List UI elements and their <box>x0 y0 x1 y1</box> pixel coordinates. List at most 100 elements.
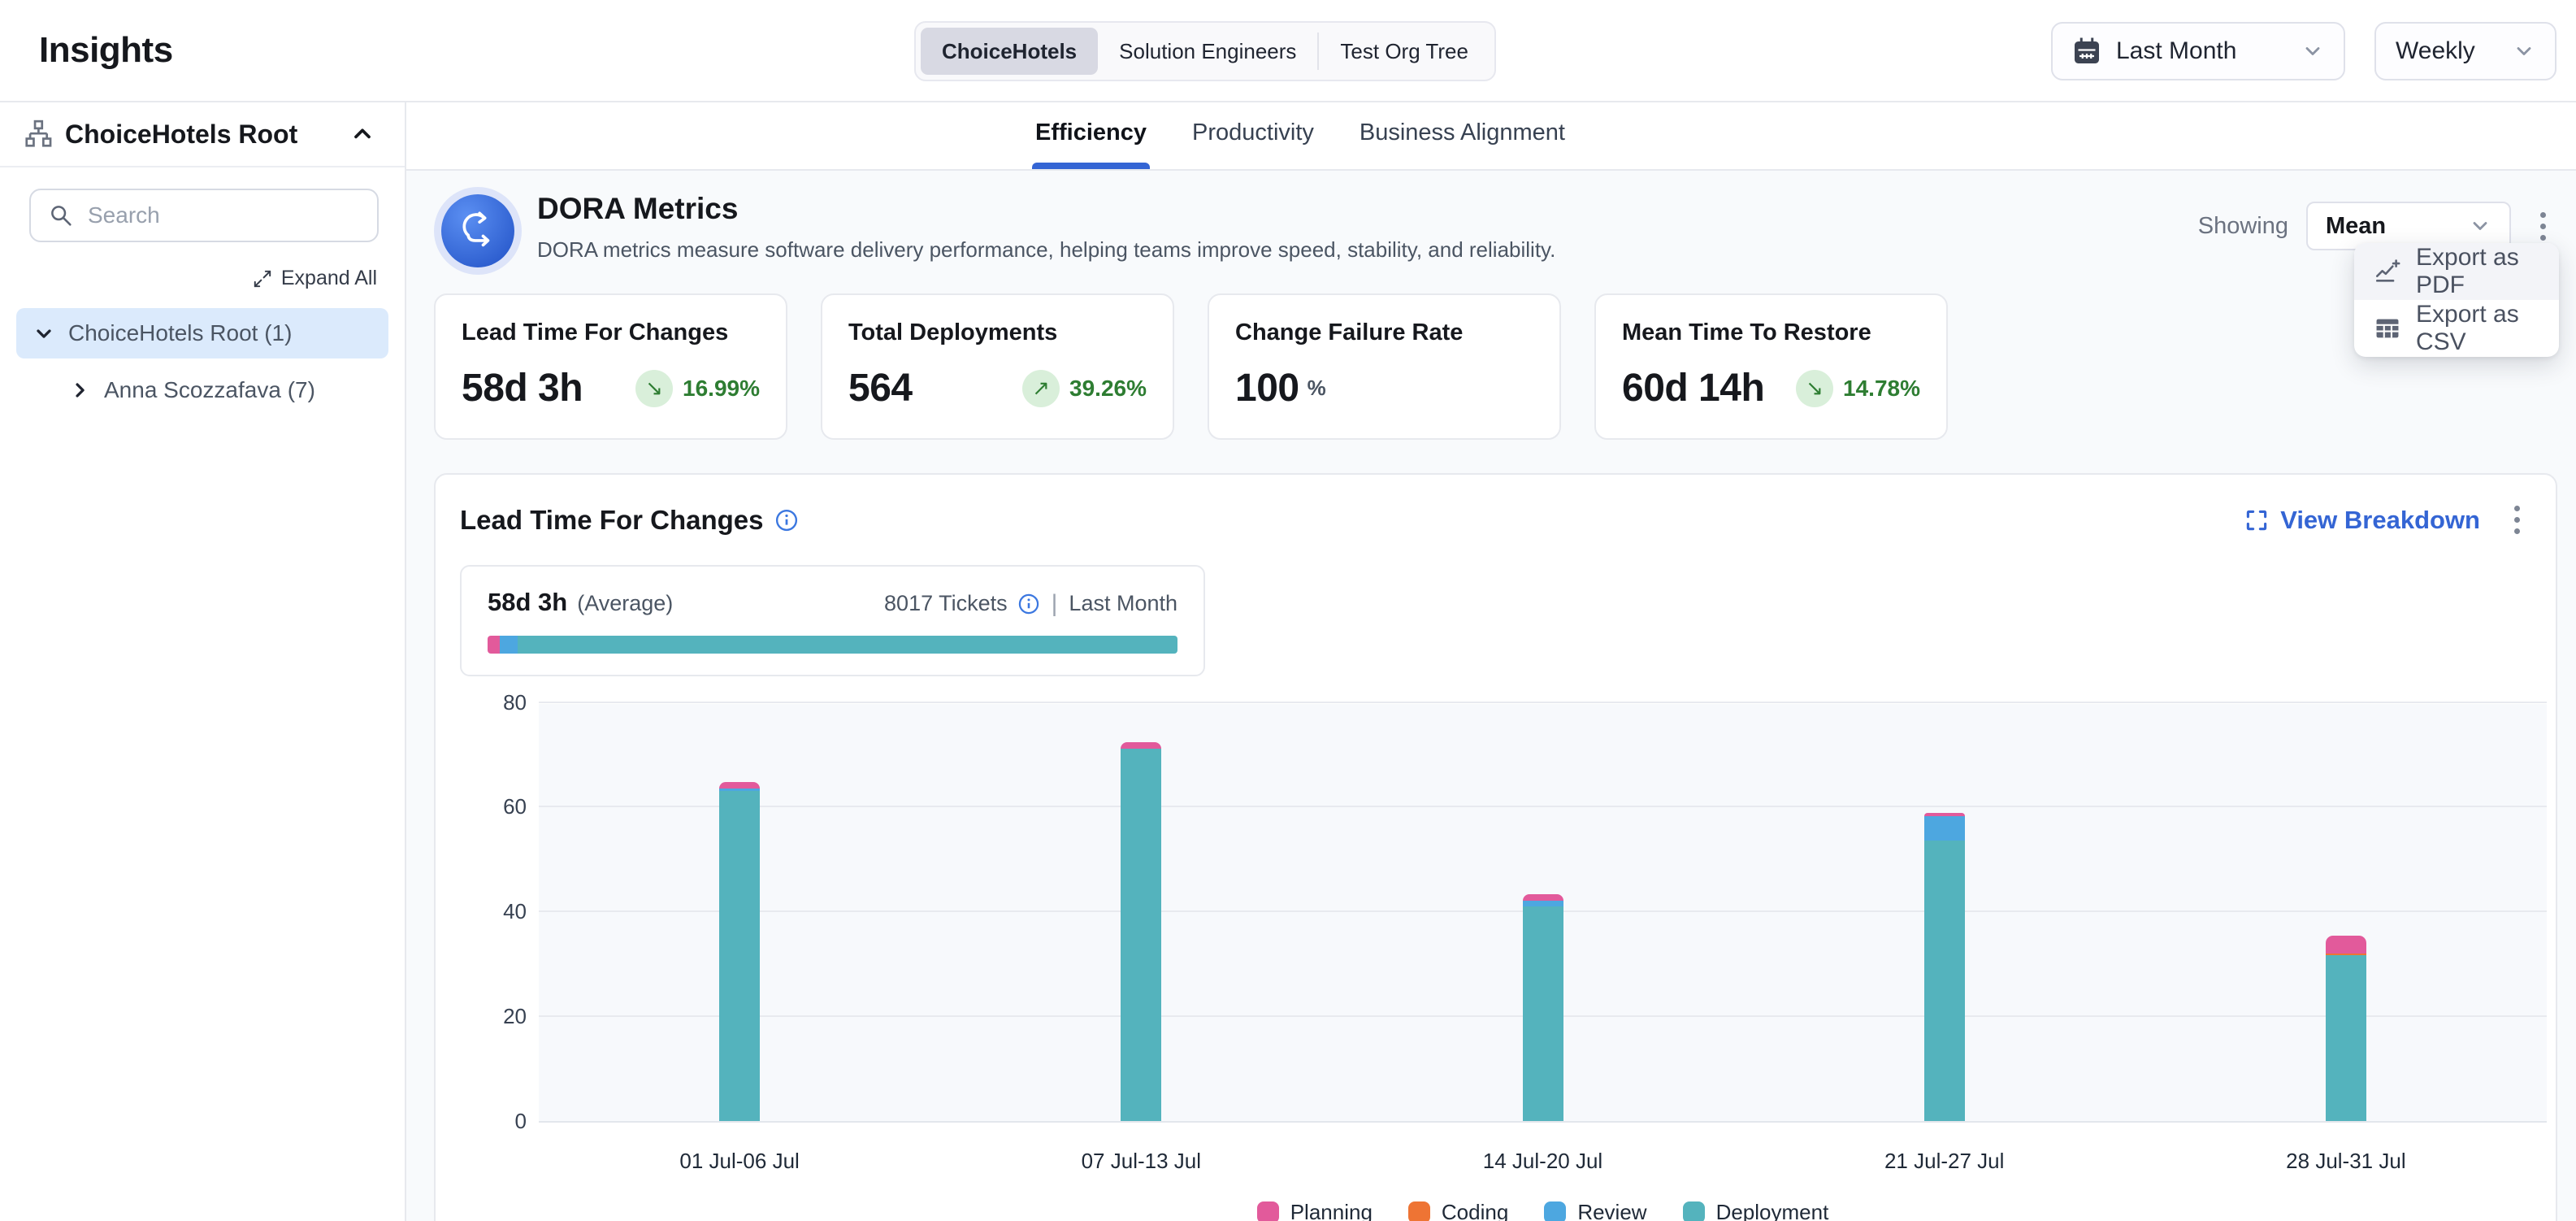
legend-label: Review <box>1577 1200 1646 1221</box>
metric-value: 58d 3h <box>462 366 583 411</box>
org-tab-choicehotels[interactable]: ChoiceHotels <box>921 28 1098 75</box>
export-pdf-menu-item[interactable]: Export as PDF <box>2354 243 2559 300</box>
metric-value: 100 <box>1235 366 1299 411</box>
tab-business-alignment[interactable]: Business Alignment <box>1360 119 1565 169</box>
tree-item-label: Anna Scozzafava (7) <box>104 377 315 403</box>
trend-down-icon: ↘ <box>635 370 673 407</box>
chart-y-axis: 020406080 <box>460 704 527 1123</box>
summary-value: 58d 3h <box>488 588 567 617</box>
org-tree: ChoiceHotels Root (1) Anna Scozzafava (7… <box>16 308 388 415</box>
export-pdf-label: Export as PDF <box>2416 244 2539 299</box>
bar-segment-review <box>1924 816 1965 841</box>
gridline <box>539 806 2547 807</box>
x-tick-label: 01 Jul-06 Jul <box>679 1149 799 1174</box>
legend-item-deployment[interactable]: Deployment <box>1683 1200 1829 1221</box>
legend-swatch <box>1683 1201 1705 1221</box>
trend-delta: 16.99% <box>683 376 760 402</box>
top-header: Insights ChoiceHotels Solution Engineers… <box>0 0 2576 102</box>
chart-section-title: Lead Time For Changes <box>460 505 763 536</box>
stacked-bar[interactable] <box>719 782 760 1120</box>
bar-segment-deployment <box>719 791 760 1121</box>
metric-value: 564 <box>848 366 913 411</box>
summary-period: Last Month <box>1069 591 1177 616</box>
date-range-value: Last Month <box>2116 37 2236 65</box>
export-csv-menu-item[interactable]: Export as CSV <box>2354 300 2559 357</box>
bar-segment-planning <box>1121 742 1161 749</box>
search-input[interactable] <box>88 202 361 228</box>
chart-x-axis: 01 Jul-06 Jul07 Jul-13 Jul14 Jul-20 Jul2… <box>539 1123 2547 1180</box>
org-tree-sidebar: ChoiceHotels Root Expand All ChoiceHotel… <box>0 102 406 1221</box>
chevron-down-icon <box>2301 40 2324 63</box>
tab-productivity[interactable]: Productivity <box>1192 119 1314 169</box>
gridline <box>539 702 2547 703</box>
calendar-icon <box>2072 37 2101 66</box>
export-menu: Export as PDF Export as CSV <box>2354 243 2559 357</box>
granularity-select[interactable]: Weekly <box>2374 22 2556 80</box>
dora-header: DORA Metrics DORA metrics measure softwa… <box>434 187 2557 267</box>
lead-time-chart-card: Lead Time For Changes View Breakdown <box>434 473 2557 1221</box>
tree-item-root[interactable]: ChoiceHotels Root (1) <box>16 308 388 358</box>
sidebar-root-label: ChoiceHotels Root <box>65 119 297 150</box>
chevron-down-icon <box>2469 215 2491 237</box>
legend-item-review[interactable]: Review <box>1544 1200 1646 1221</box>
metric-unit: % <box>1308 376 1326 401</box>
chart-overflow-menu-button[interactable] <box>2503 498 2531 542</box>
expand-corners-icon <box>2244 508 2269 532</box>
dora-subtitle: DORA metrics measure software delivery p… <box>537 237 1555 263</box>
stacked-bar[interactable] <box>1121 742 1161 1120</box>
org-tab-test-org-tree[interactable]: Test Org Tree <box>1319 28 1490 75</box>
view-breakdown-button[interactable]: View Breakdown <box>2244 506 2480 535</box>
export-csv-label: Export as CSV <box>2416 301 2539 356</box>
legend-swatch <box>1257 1201 1279 1221</box>
search-icon <box>47 202 75 229</box>
y-tick-label: 0 <box>515 1109 527 1134</box>
org-switcher: ChoiceHotels Solution Engineers Test Org… <box>914 21 1496 81</box>
stacked-bar[interactable] <box>1924 813 1965 1121</box>
trend-up-icon: ↗ <box>1022 370 1060 407</box>
trend-badge: ↗ 39.26% <box>1022 370 1147 407</box>
chart-plot <box>539 704 2547 1123</box>
metric-title: Total Deployments <box>848 319 1147 346</box>
expand-all-label: Expand All <box>281 267 377 290</box>
dora-overflow-menu-button[interactable] <box>2529 204 2557 249</box>
legend-item-coding[interactable]: Coding <box>1408 1200 1508 1221</box>
trend-down-icon: ↘ <box>1796 370 1833 407</box>
tickets-count: 8017 Tickets <box>884 591 1008 616</box>
info-icon[interactable] <box>1017 593 1040 615</box>
trend-delta: 14.78% <box>1843 376 1920 402</box>
sidebar-header[interactable]: ChoiceHotels Root <box>0 102 405 167</box>
y-tick-label: 80 <box>503 690 527 715</box>
expand-all-button[interactable]: Expand All <box>0 267 377 290</box>
x-tick-label: 14 Jul-20 Jul <box>1483 1149 1602 1174</box>
metric-value: 60d 14h <box>1622 366 1764 411</box>
legend-item-planning[interactable]: Planning <box>1257 1200 1373 1221</box>
date-range-select[interactable]: Last Month <box>2051 22 2345 80</box>
trend-delta: 39.26% <box>1069 376 1147 402</box>
sidebar-search[interactable] <box>29 189 379 242</box>
expand-icon <box>252 268 273 289</box>
info-icon[interactable] <box>774 508 799 532</box>
chevron-down-icon[interactable] <box>33 322 55 345</box>
bar-segment-deployment <box>1924 841 1965 1120</box>
metric-card-mean-time-to-restore: Mean Time To Restore 60d 14h ↘ 14.78% <box>1594 293 1948 440</box>
stacked-bar[interactable] <box>1523 894 1563 1121</box>
bar-segment-planning <box>1523 894 1563 901</box>
chevron-down-icon <box>2513 40 2535 63</box>
metric-card-total-deployments: Total Deployments 564 ↗ 39.26% <box>821 293 1174 440</box>
stacked-bar[interactable] <box>2326 936 2366 1121</box>
table-icon <box>2374 315 2401 342</box>
phase-segment-planning <box>488 636 500 654</box>
x-tick-label: 07 Jul-13 Jul <box>1082 1149 1201 1174</box>
trend-badge: ↘ 14.78% <box>1796 370 1920 407</box>
legend-label: Coding <box>1442 1200 1508 1221</box>
lead-time-chart: 020406080 01 Jul-06 Jul 07 Jul-13 Jul 14 J… <box>460 704 2531 1221</box>
tree-item-anna[interactable]: Anna Scozzafava (7) <box>52 365 388 415</box>
org-tab-solution-engineers[interactable]: Solution Engineers <box>1098 28 1317 75</box>
bar-segment-deployment <box>1121 749 1161 1120</box>
chevron-up-icon[interactable] <box>349 121 375 147</box>
chevron-right-icon[interactable] <box>68 379 91 402</box>
bar-segment-planning <box>2326 936 2366 954</box>
tab-efficiency[interactable]: Efficiency <box>1035 119 1147 169</box>
dora-metric-cards: Lead Time For Changes 58d 3h ↘ 16.99% To… <box>434 293 2557 440</box>
tree-item-label: ChoiceHotels Root (1) <box>68 320 292 346</box>
